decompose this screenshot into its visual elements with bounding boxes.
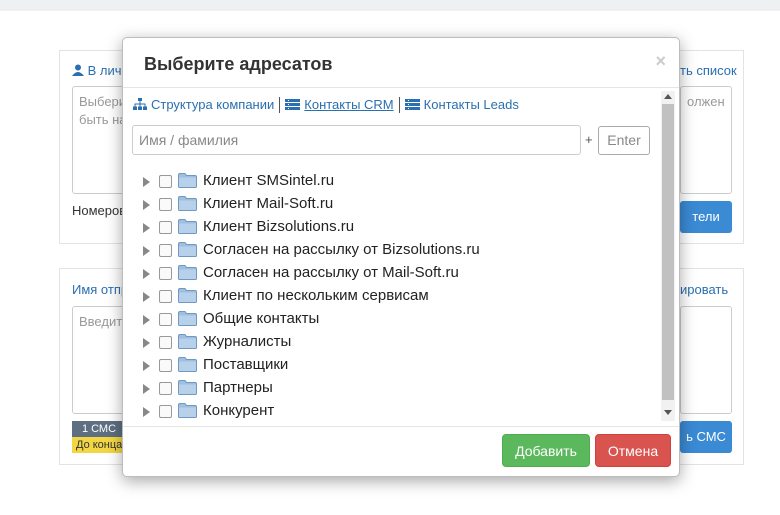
cancel-button[interactable]: Отмена	[595, 434, 671, 467]
expand-arrow-icon[interactable]	[143, 200, 150, 210]
edit-list-link[interactable]: ть список	[680, 63, 737, 78]
scroll-down-arrow-icon[interactable]	[664, 410, 672, 415]
folder-icon	[178, 288, 197, 303]
close-icon[interactable]: ×	[655, 51, 666, 72]
tree-group-item[interactable]: Клиент Mail-Soft.ru	[143, 194, 653, 217]
sms-warning: До конца	[72, 437, 126, 453]
tree-group-item[interactable]: Согласен на рассылку от Mail-Soft.ru	[143, 263, 653, 286]
group-label: Общие контакты	[203, 310, 320, 327]
modal-footer: Добавить Отмена	[123, 426, 679, 477]
tree-group-item[interactable]: Клиент по нескольким сервисам	[143, 286, 653, 309]
numbers-label: Номеров	[72, 203, 127, 218]
sitemap-icon	[133, 98, 147, 111]
tree-scrollbar[interactable]	[661, 91, 675, 421]
expand-arrow-icon[interactable]	[143, 292, 150, 302]
select-recipients-modal: Выберите адресатов × Структура компании	[122, 37, 680, 477]
scroll-thumb[interactable]	[662, 104, 674, 400]
user-icon	[72, 64, 84, 76]
expand-arrow-icon[interactable]	[143, 338, 150, 348]
expand-arrow-icon[interactable]	[143, 407, 150, 417]
folder-icon	[178, 265, 197, 280]
tab-label: Структура компании	[151, 97, 275, 113]
name-search-input[interactable]	[132, 125, 581, 155]
group-label: Клиент по нескольким сервисам	[203, 287, 429, 304]
add-button[interactable]: Добавить	[502, 434, 590, 467]
send-sms-button[interactable]: ь СМС	[680, 421, 732, 453]
tree-group-item[interactable]: Конкурент	[143, 401, 653, 424]
enter-button[interactable]: Enter	[598, 126, 650, 155]
recipients-button[interactable]: тели	[680, 201, 732, 233]
folder-icon	[178, 403, 197, 418]
expand-arrow-icon[interactable]	[143, 246, 150, 256]
group-label: Конкурент	[203, 402, 275, 419]
tab-separator	[279, 96, 281, 113]
tab-label: Контакты CRM	[304, 97, 394, 113]
tab-label: Контакты Leads	[423, 97, 519, 113]
recipients-textarea-right[interactable]: олжен	[680, 86, 732, 194]
tab-leads-contacts[interactable]: Контакты Leads	[404, 97, 519, 113]
modal-body: Структура компании Контакты CRM Контакты…	[123, 89, 679, 427]
list-icon	[285, 99, 301, 111]
expand-arrow-icon[interactable]	[143, 177, 150, 187]
group-checkbox[interactable]	[159, 198, 172, 211]
group-checkbox[interactable]	[159, 313, 172, 326]
tab-separator	[398, 96, 400, 113]
group-checkbox[interactable]	[159, 290, 172, 303]
folder-icon	[178, 219, 197, 234]
top-bar	[0, 0, 780, 11]
group-label: Клиент Mail-Soft.ru	[203, 195, 334, 212]
group-checkbox[interactable]	[159, 244, 172, 257]
tree-group-item[interactable]: Клиент SMSintel.ru	[143, 171, 653, 194]
folder-icon	[178, 196, 197, 211]
tree-group-item[interactable]: Согласен на рассылку от Bizsolutions.ru	[143, 240, 653, 263]
source-tabs: Структура компании Контакты CRM Контакты…	[133, 96, 519, 116]
group-label: Партнеры	[203, 379, 273, 396]
group-label: Клиент Bizsolutions.ru	[203, 218, 355, 235]
group-checkbox[interactable]	[159, 267, 172, 280]
list-icon	[404, 99, 420, 111]
personal-list-link[interactable]: В личн	[72, 63, 129, 78]
group-checkbox[interactable]	[159, 175, 172, 188]
group-label: Клиент SMSintel.ru	[203, 172, 335, 189]
folder-icon	[178, 242, 197, 257]
modal-header: Выберите адресатов ×	[123, 38, 679, 88]
format-link[interactable]: ировать	[680, 282, 728, 297]
tab-crm-contacts[interactable]: Контакты CRM	[285, 97, 394, 113]
modal-title: Выберите адресатов	[144, 54, 333, 74]
group-checkbox[interactable]	[159, 405, 172, 418]
sender-name-link[interactable]: Имя отпр	[72, 282, 128, 297]
expand-arrow-icon[interactable]	[143, 315, 150, 325]
tab-company-structure[interactable]: Структура компании	[133, 97, 274, 112]
plus-sign: +	[585, 132, 593, 147]
group-checkbox[interactable]	[159, 382, 172, 395]
folder-icon	[178, 334, 197, 349]
scroll-up-arrow-icon[interactable]	[664, 94, 672, 99]
folder-icon	[178, 173, 197, 188]
tree-group-item[interactable]: Поставщики	[143, 355, 653, 378]
message-textarea-right[interactable]	[680, 306, 732, 414]
expand-arrow-icon[interactable]	[143, 384, 150, 394]
folder-icon	[178, 380, 197, 395]
contact-groups-tree: Клиент SMSintel.ru Клиент Mail-Soft.ru Кли…	[143, 171, 653, 424]
group-label: Согласен на рассылку от Bizsolutions.ru	[203, 241, 480, 258]
group-label: Поставщики	[203, 356, 289, 373]
tree-group-item[interactable]: Общие контакты	[143, 309, 653, 332]
expand-arrow-icon[interactable]	[143, 361, 150, 371]
group-checkbox[interactable]	[159, 359, 172, 372]
folder-icon	[178, 357, 197, 372]
tree-group-item[interactable]: Клиент Bizsolutions.ru	[143, 217, 653, 240]
expand-arrow-icon[interactable]	[143, 269, 150, 279]
group-checkbox[interactable]	[159, 336, 172, 349]
group-label: Журналисты	[203, 333, 292, 350]
expand-arrow-icon[interactable]	[143, 223, 150, 233]
tree-group-item[interactable]: Партнеры	[143, 378, 653, 401]
sms-count-badge: 1 СМС	[72, 421, 126, 437]
folder-icon	[178, 311, 197, 326]
group-checkbox[interactable]	[159, 221, 172, 234]
tree-group-item[interactable]: Журналисты	[143, 332, 653, 355]
group-label: Согласен на рассылку от Mail-Soft.ru	[203, 264, 459, 281]
